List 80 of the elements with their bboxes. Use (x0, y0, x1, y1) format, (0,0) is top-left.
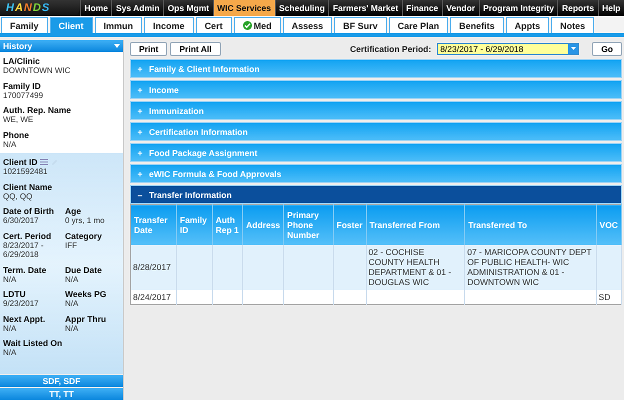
hands-logo: HANDS (0, 0, 80, 16)
field-value: N/A (3, 140, 18, 149)
field-label: Next Appt. (3, 314, 46, 324)
caret-icon (568, 44, 578, 54)
field-value: 6/30/2017 (3, 216, 40, 226)
field-label: Appr Thru (65, 314, 108, 324)
field-value: 1021592481 (3, 167, 48, 176)
field-label: Auth. Rep. Name (3, 105, 72, 115)
tab[interactable]: Income (144, 17, 194, 33)
column-header: Transferred From (366, 204, 465, 244)
field-label: LDTU (3, 289, 27, 299)
menu-item[interactable]: Vendor (442, 0, 479, 16)
menu-item[interactable]: Farmers' Market (328, 0, 402, 16)
tab[interactable]: Med (234, 17, 281, 33)
menu-item[interactable]: Reports (557, 0, 598, 16)
field-label: Term. Date (3, 264, 48, 274)
field-value: N/A (3, 324, 18, 333)
field-value: 0 yrs, 1 mo (65, 216, 106, 226)
field-value: IFF (65, 240, 77, 250)
menu-item[interactable]: Ops Mgmt (163, 0, 213, 16)
field-value: N/A (3, 274, 18, 284)
field-label: LA/Clinic (3, 56, 41, 66)
field-value: N/A (65, 324, 78, 333)
go-button[interactable]: Go (592, 42, 622, 56)
column-header: VOC (596, 204, 622, 244)
column-header: Auth Rep 1 (212, 204, 243, 244)
column-header: Address (242, 204, 284, 244)
field-label: Client ID (3, 157, 38, 167)
field-value: WE, WE (3, 115, 34, 124)
field-label: Cert. Period (3, 230, 52, 240)
print-button[interactable]: Print (130, 42, 168, 56)
field-label: Weeks PG (65, 289, 108, 299)
table-cell: 8/24/2017 (133, 292, 171, 302)
menu-item[interactable]: Home (80, 0, 112, 16)
caret-icon (114, 44, 120, 48)
print-button[interactable]: Print All (170, 42, 221, 56)
column-header: Family ID (176, 204, 212, 244)
field-value: N/A (3, 348, 18, 358)
cert-period-select[interactable]: 8/23/2017 - 6/29/2018 (437, 42, 580, 54)
field-value: DOWNTOWN WIC (3, 66, 72, 76)
field-label: Phone (3, 130, 30, 140)
tab[interactable]: Immun (94, 17, 142, 33)
tab[interactable]: Care Plan (388, 17, 448, 33)
list-icon[interactable] (40, 159, 48, 165)
column-header: Primary Phone Number (284, 204, 334, 244)
menu-item[interactable]: WIC Services (212, 0, 274, 16)
menu-item[interactable]: Finance (402, 0, 442, 16)
tab[interactable]: Appts (506, 17, 550, 33)
field-value: N/A (65, 274, 80, 284)
tab[interactable]: BF Surv (334, 17, 387, 33)
field-label: Category (65, 230, 103, 240)
field-label: Client Name (3, 182, 54, 192)
column-header: Transferred To (464, 204, 596, 244)
column-header: Transfer Date (130, 204, 176, 244)
tab[interactable]: Family (1, 17, 48, 33)
table-cell: 07 - MARICOPA COUNTY DEPT OF PUBLIC HEALTH- WIC ADMINISTRATION & 01 - DOWNTOWN WIC (467, 246, 592, 288)
field-label: Age (65, 206, 82, 216)
field-label: Date of Birth (3, 206, 55, 216)
field-value: N/A (65, 299, 80, 308)
field-value: 170077499 (3, 90, 44, 100)
tab[interactable]: Cert (196, 17, 232, 33)
table-cell: 02 - COCHISE COUNTY HEALTH DEPARTMENT & 01 - DOUGLAS WIC (368, 246, 452, 288)
field-label: Due Date (65, 264, 103, 274)
menu-item[interactable]: Scheduling (274, 0, 328, 16)
field-value: 9/23/2017 (3, 299, 40, 308)
field-value: QQ, QQ (3, 192, 34, 201)
menu-item[interactable]: Help (598, 0, 624, 16)
tab[interactable]: Benefits (450, 17, 504, 33)
table-cell: 8/28/2017 (133, 262, 171, 272)
field-value: 8/23/2017 - 6/29/2018 (3, 240, 44, 260)
menu-item[interactable]: Sys Admin (111, 0, 164, 16)
column-header: Foster (333, 204, 366, 244)
field-label: Family ID (3, 80, 41, 90)
table-cell: SD (598, 292, 610, 302)
field-label: Wait Listed On (3, 338, 64, 348)
tab[interactable]: Notes (551, 17, 594, 33)
menu-item[interactable]: Program Integrity (478, 0, 558, 16)
tab[interactable]: Assess (282, 17, 332, 33)
section-header[interactable]: – Transfer Information (130, 185, 622, 204)
cert-period-label: Certification Period: (350, 44, 432, 54)
